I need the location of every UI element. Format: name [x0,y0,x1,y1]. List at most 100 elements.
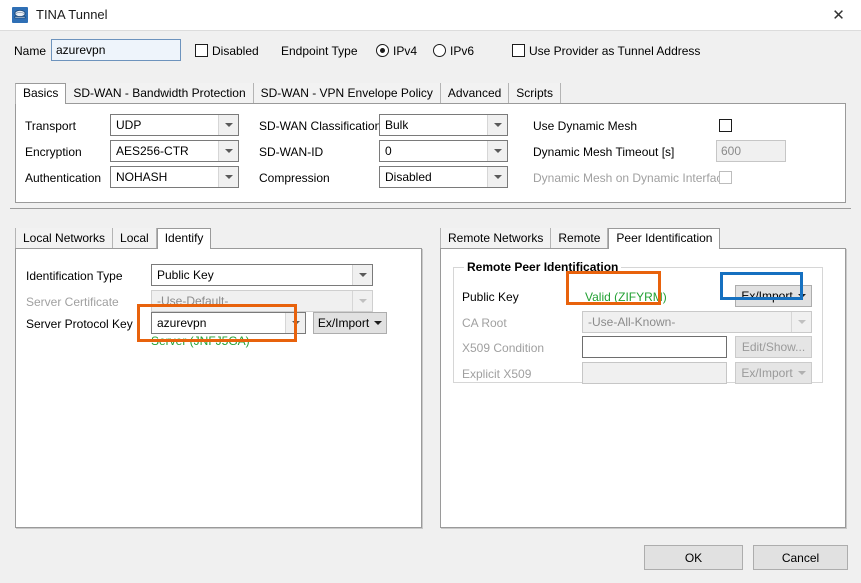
tab-remote[interactable]: Remote [551,228,609,249]
tab-peer-identification[interactable]: Peer Identification [608,228,721,249]
chevron-down-icon[interactable] [487,167,507,187]
close-icon[interactable]: ✕ [816,0,861,30]
tab-remote-networks[interactable]: Remote Networks [440,228,552,249]
ca-root-combo: -Use-All-Known- [582,311,812,333]
chevron-down-icon[interactable] [352,265,372,285]
identification-type-combo[interactable]: Public Key [151,264,373,286]
tab-sdwan-vpn-envelope-policy[interactable]: SD-WAN - VPN Envelope Policy [253,83,441,104]
encryption-combo[interactable]: AES256-CTR [110,140,239,162]
tab-advanced[interactable]: Advanced [440,83,510,104]
window-title: TINA Tunnel [36,7,108,22]
basics-panel: Transport UDP Encryption AES256-CTR Auth… [15,103,846,203]
title-bar: TINA Tunnel ✕ [0,0,861,31]
public-key-label: Public Key [462,290,519,304]
transport-value: UDP [116,118,142,132]
header-row: Name azurevpn Disabled Endpoint Type IPv… [0,30,861,68]
dynamic-mesh-timeout-label: Dynamic Mesh Timeout [s] [533,145,675,159]
explicit-x509-ex-import-label: Ex/Import [741,366,793,380]
use-provider-label: Use Provider as Tunnel Address [529,44,701,58]
identification-type-value: Public Key [157,268,214,282]
server-protocol-key-status: Server (JNFJ5GA) [151,334,250,348]
cancel-label: Cancel [781,550,820,565]
edit-show-button: Edit/Show... [735,336,812,358]
server-protocol-key-ex-import-button[interactable]: Ex/Import [313,312,387,334]
caret-down-icon [797,294,806,298]
compression-value: Disabled [385,170,432,184]
chevron-down-icon[interactable] [218,167,238,187]
transport-label: Transport [25,119,76,133]
server-protocol-key-combo[interactable]: azurevpn [151,312,306,334]
main-tabstrip: Basics SD-WAN - Bandwidth Protection SD-… [15,83,561,104]
endpoint-type-label: Endpoint Type [281,44,358,58]
public-key-ex-import-label: Ex/Import [741,289,793,303]
chevron-down-icon[interactable] [285,313,305,333]
dynamic-mesh-on-dynamic-interface-checkbox [719,171,732,184]
ipv4-radio[interactable] [376,44,389,57]
transport-combo[interactable]: UDP [110,114,239,136]
public-key-ex-import-button[interactable]: Ex/Import [735,285,812,307]
edit-show-label: Edit/Show... [741,340,806,354]
chevron-down-icon[interactable] [487,141,507,161]
sdwan-id-combo[interactable]: 0 [379,140,508,162]
remote-peer-identification-title: Remote Peer Identification [464,260,622,274]
ipv6-radio[interactable] [433,44,446,57]
caret-down-icon [374,321,383,325]
authentication-value: NOHASH [116,170,168,184]
explicit-x509-input [582,362,727,384]
identification-type-label: Identification Type [26,269,123,283]
ok-label: OK [684,550,703,565]
sdwan-classification-value: Bulk [385,118,409,132]
server-protocol-key-ex-import-label: Ex/Import [317,316,370,330]
caret-down-icon [797,371,806,375]
section-divider [10,208,851,209]
x509-condition-input[interactable] [582,336,727,358]
right-tabstrip: Remote Networks Remote Peer Identificati… [440,228,721,249]
chevron-down-icon [352,291,372,311]
use-dynamic-mesh-label: Use Dynamic Mesh [533,119,638,133]
server-protocol-key-label: Server Protocol Key [26,317,133,331]
tunnel-icon [12,7,28,23]
name-input[interactable]: azurevpn [51,39,181,61]
public-key-status: Valid (ZIFYRM) [585,290,667,304]
identify-panel: Identification Type Public Key Server Ce… [15,248,422,528]
server-protocol-key-value: azurevpn [157,316,207,330]
server-certificate-value: -Use-Default- [157,294,229,308]
use-dynamic-mesh-checkbox[interactable] [719,119,732,132]
sdwan-classification-combo[interactable]: Bulk [379,114,508,136]
explicit-x509-ex-import-button: Ex/Import [735,362,812,384]
sdwan-id-label: SD-WAN-ID [259,145,324,159]
disabled-label: Disabled [212,44,259,58]
ca-root-label: CA Root [462,316,507,330]
tab-local[interactable]: Local [113,228,157,249]
ipv4-label: IPv4 [393,44,418,58]
remote-peer-identification-group: Remote Peer Identification Public Key Va… [453,260,823,384]
explicit-x509-label: Explicit X509 [462,367,532,381]
tab-sdwan-bandwidth-protection[interactable]: SD-WAN - Bandwidth Protection [66,83,254,104]
tab-scripts[interactable]: Scripts [509,83,561,104]
ca-root-value: -Use-All-Known- [588,315,676,329]
chevron-down-icon [791,312,811,332]
use-provider-checkbox[interactable] [512,44,525,57]
compression-label: Compression [259,171,330,185]
encryption-label: Encryption [25,145,82,159]
sdwan-classification-label: SD-WAN Classification [259,119,382,133]
compression-combo[interactable]: Disabled [379,166,508,188]
name-label: Name [14,44,47,58]
server-certificate-combo: -Use-Default- [151,290,373,312]
ipv6-label: IPv6 [450,44,475,58]
disabled-checkbox[interactable] [195,44,208,57]
ok-button[interactable]: OK [644,545,743,570]
sdwan-id-value: 0 [385,144,392,158]
authentication-label: Authentication [25,171,102,185]
chevron-down-icon[interactable] [218,115,238,135]
server-certificate-label: Server Certificate [26,295,119,309]
encryption-value: AES256-CTR [116,144,189,158]
cancel-button[interactable]: Cancel [753,545,848,570]
tab-identify[interactable]: Identify [156,228,212,249]
tab-basics[interactable]: Basics [15,83,67,104]
chevron-down-icon[interactable] [218,141,238,161]
x509-condition-label: X509 Condition [462,341,545,355]
tab-local-networks[interactable]: Local Networks [15,228,114,249]
authentication-combo[interactable]: NOHASH [110,166,239,188]
chevron-down-icon[interactable] [487,115,507,135]
